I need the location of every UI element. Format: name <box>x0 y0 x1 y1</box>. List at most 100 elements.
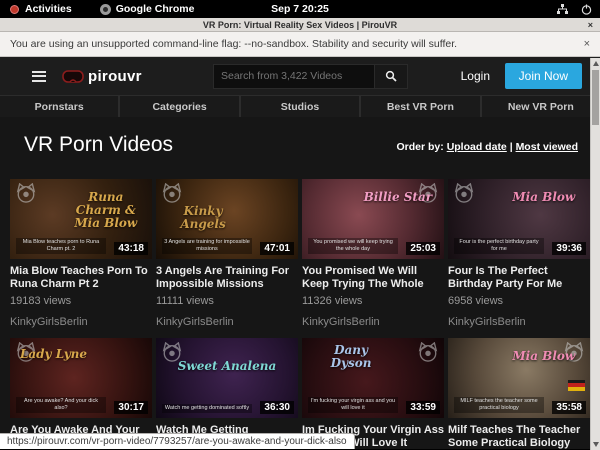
nav-item-pornstars[interactable]: Pornstars <box>0 96 118 117</box>
video-thumbnail[interactable]: Billie Star You promised we will keep tr… <box>302 179 444 259</box>
warning-message: You are using an unsupported command-lin… <box>10 38 457 50</box>
video-thumbnail[interactable]: Mia Blow Four is the perfect birthday pa… <box>448 179 590 259</box>
thumbnail-caption: Four is the perfect birthday party for m… <box>454 238 544 254</box>
duration-badge: 30:17 <box>114 401 148 414</box>
window-title: VR Porn: Virtual Reality Sex Videos | Pi… <box>203 20 397 30</box>
studio-link[interactable]: KinkyGirlsBerlin <box>10 316 152 328</box>
app-menu-label: Google Chrome <box>116 3 195 15</box>
duration-badge: 43:18 <box>114 242 148 255</box>
vr-goggles-icon <box>62 70 84 83</box>
video-thumbnail[interactable]: Dany Dyson I'm fucking your virgin ass a… <box>302 338 444 418</box>
duration-badge: 47:01 <box>260 242 294 255</box>
join-now-button[interactable]: Join Now <box>505 63 582 89</box>
search-icon <box>385 70 397 82</box>
main-nav: Pornstars Categories Studios Best VR Por… <box>0 95 600 117</box>
view-count: 6958 views <box>448 295 590 307</box>
video-thumbnail[interactable]: Mia Blow MILF teaches the teacher some p… <box>448 338 590 418</box>
duration-badge: 33:59 <box>406 401 440 414</box>
cat-mask-watermark-icon <box>453 183 475 203</box>
login-link[interactable]: Login <box>461 69 490 83</box>
order-by-separator: | <box>507 141 516 153</box>
nav-item-studios[interactable]: Studios <box>241 96 359 117</box>
window-close-icon[interactable]: × <box>588 20 593 30</box>
view-count: 11326 views <box>302 295 444 307</box>
nav-item-best[interactable]: Best VR Porn <box>361 96 479 117</box>
cat-mask-watermark-icon <box>417 342 439 362</box>
scrollbar[interactable] <box>590 58 600 450</box>
screen: Activities Google Chrome Sep 7 20:25 VR … <box>0 0 600 450</box>
order-by: Order by: Upload date | Most viewed <box>397 141 579 153</box>
power-icon[interactable] <box>581 4 592 15</box>
thumbnail-overlay-title: Kinky Angels <box>164 205 242 231</box>
view-count: 19183 views <box>10 295 152 307</box>
page-title: VR Porn Videos <box>24 133 173 157</box>
clock[interactable]: Sep 7 20:25 <box>271 3 329 15</box>
order-by-upload-date-link[interactable]: Upload date <box>447 141 507 153</box>
duration-badge: 25:03 <box>406 242 440 255</box>
duration-badge: 39:36 <box>552 242 586 255</box>
chrome-warning-bar: You are using an unsupported command-lin… <box>0 32 600 57</box>
cat-mask-watermark-icon <box>15 342 37 362</box>
thumbnail-overlay-title: Sweet Analena <box>177 360 276 373</box>
thumbnail-overlay-title: Mia Blow <box>503 191 585 204</box>
order-by-label: Order by: <box>397 141 444 153</box>
cat-mask-watermark-icon <box>563 342 585 362</box>
studio-link[interactable]: KinkyGirlsBerlin <box>302 316 444 328</box>
video-thumbnail[interactable]: Sweet Analena Watch me getting dominated… <box>156 338 298 418</box>
search-input[interactable] <box>213 64 375 89</box>
search-button[interactable] <box>375 64 408 89</box>
thumbnail-caption: You promised we will keep trying the who… <box>308 238 398 254</box>
thumbnail-caption: Watch me getting dominated softly <box>162 404 252 413</box>
page-viewport: pirouvr Login Join Now Pornstars Categor… <box>0 57 600 449</box>
thumbnail-caption: MILF teaches the teacher some practical … <box>454 397 544 413</box>
system-top-bar: Activities Google Chrome Sep 7 20:25 <box>0 0 600 18</box>
view-count: 11111 views <box>156 295 298 307</box>
scrollbar-down-arrow-icon[interactable] <box>593 442 599 447</box>
video-title-link[interactable]: Milf Teaches The Teacher Some Practical … <box>448 424 590 449</box>
warning-close-icon[interactable]: × <box>584 38 590 50</box>
window-title-bar[interactable]: VR Porn: Virtual Reality Sex Videos | Pi… <box>0 18 600 32</box>
cat-mask-watermark-icon <box>417 183 439 203</box>
scrollbar-thumb[interactable] <box>592 70 599 125</box>
video-title-link[interactable]: 3 Angels Are Training For Impossible Mis… <box>156 265 298 290</box>
video-card[interactable]: Mia Blow MILF teaches the teacher some p… <box>448 338 590 449</box>
thumbnail-caption: I'm fucking your virgin ass and you will… <box>308 397 398 413</box>
cat-mask-watermark-icon <box>161 342 183 362</box>
video-grid: Runa Charm & Mia Blow Mia Blow teaches p… <box>0 179 600 449</box>
notification-dot-icon <box>10 5 19 14</box>
activities-label: Activities <box>25 3 72 15</box>
germany-flag-icon <box>568 380 585 391</box>
video-card[interactable]: Billie Star You promised we will keep tr… <box>302 179 444 328</box>
network-icon[interactable] <box>556 4 569 15</box>
cat-mask-watermark-icon <box>161 183 183 203</box>
duration-badge: 36:30 <box>260 401 294 414</box>
nav-item-categories[interactable]: Categories <box>120 96 238 117</box>
status-bar-url: https://pirouvr.com/vr-porn-video/779325… <box>0 433 355 449</box>
video-title-link[interactable]: Mia Blow Teaches Porn To Runa Charm Pt 2 <box>10 265 152 290</box>
site-logo-text: pirouvr <box>88 68 142 85</box>
video-thumbnail[interactable]: Kinky Angels 3 Angels are training for i… <box>156 179 298 259</box>
thumbnail-overlay-title: Dany Dyson <box>312 344 390 370</box>
video-thumbnail[interactable]: Lady Lyne Are you awake? And your dick a… <box>10 338 152 418</box>
video-card[interactable]: Kinky Angels 3 Angels are training for i… <box>156 179 298 328</box>
nav-item-new[interactable]: New VR Porn <box>482 96 600 117</box>
thumbnail-caption: 3 Angels are training for impossible mis… <box>162 238 252 254</box>
hamburger-menu-icon[interactable] <box>32 71 46 82</box>
activities-button[interactable]: Activities <box>25 3 72 15</box>
cat-mask-watermark-icon <box>15 183 37 203</box>
video-card[interactable]: Mia Blow Four is the perfect birthday pa… <box>448 179 590 328</box>
thumbnail-overlay-title: Runa Charm & Mia Blow <box>65 191 147 231</box>
studio-link[interactable]: KinkyGirlsBerlin <box>156 316 298 328</box>
order-by-most-viewed-link[interactable]: Most viewed <box>516 141 578 153</box>
thumbnail-caption: Are you awake? And your dick also? <box>16 397 106 413</box>
app-menu-button[interactable]: Google Chrome <box>100 3 195 15</box>
scrollbar-up-arrow-icon[interactable] <box>593 61 599 66</box>
site-logo[interactable]: pirouvr <box>62 68 142 85</box>
site-header: pirouvr Login Join Now <box>0 57 600 95</box>
video-card[interactable]: Runa Charm & Mia Blow Mia Blow teaches p… <box>10 179 152 328</box>
video-title-link[interactable]: Four Is The Perfect Birthday Party For M… <box>448 265 590 290</box>
thumbnail-caption: Mia Blow teaches porn to Runa Charm pt. … <box>16 238 106 254</box>
studio-link[interactable]: KinkyGirlsBerlin <box>448 316 590 328</box>
video-thumbnail[interactable]: Runa Charm & Mia Blow Mia Blow teaches p… <box>10 179 152 259</box>
video-title-link[interactable]: You Promised We Will Keep Trying The Who… <box>302 265 444 290</box>
